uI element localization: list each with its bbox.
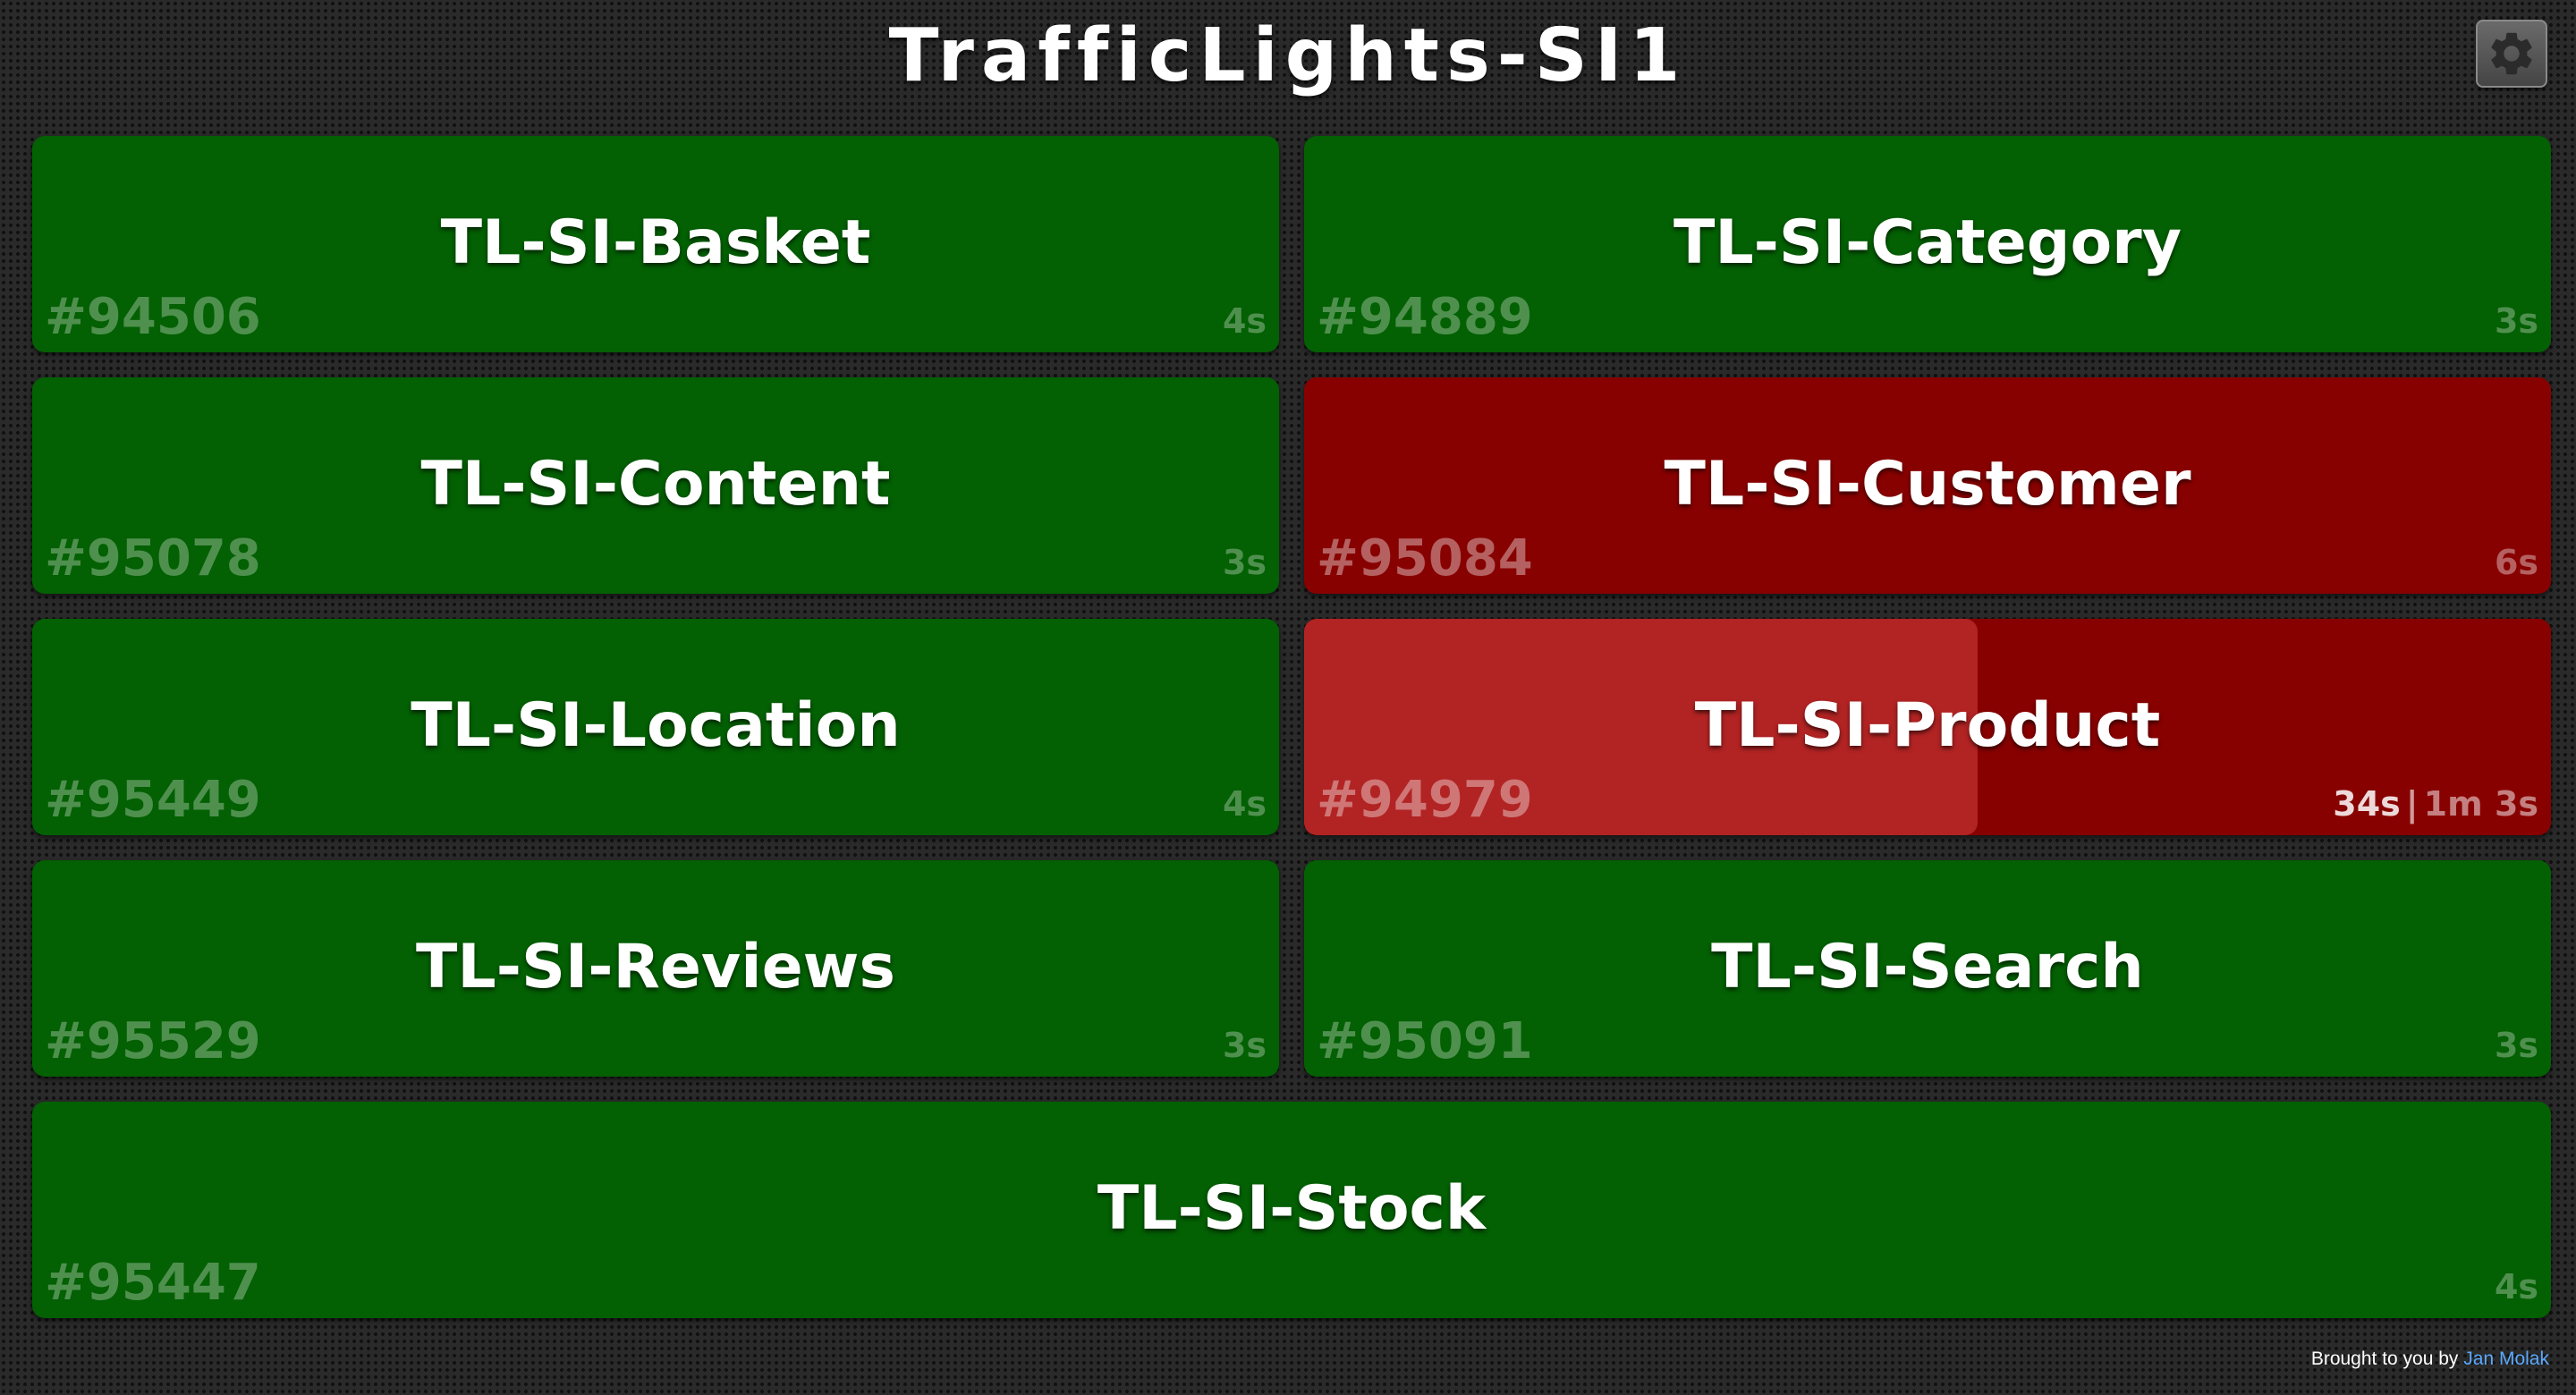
- job-name: TL-SI-Stock: [1097, 1173, 1487, 1244]
- build-duration: 3s: [2494, 1026, 2538, 1065]
- build-number: #94506: [45, 288, 261, 346]
- gear-icon: [2491, 32, 2532, 75]
- job-tile-basket[interactable]: TL-SI-Basket #94506 4s: [32, 136, 1279, 352]
- duration-separator: |: [2405, 784, 2419, 824]
- build-number: #95084: [1317, 529, 1533, 588]
- elapsed-time: 34s: [2333, 784, 2401, 824]
- build-number: #95529: [45, 1012, 261, 1070]
- author-link[interactable]: Jan Molak: [2463, 1348, 2549, 1369]
- build-number: #94979: [1317, 771, 1533, 829]
- build-number: #95091: [1317, 1012, 1533, 1070]
- build-duration: 4s: [1222, 301, 1267, 341]
- estimated-time: 1m 3s: [2423, 784, 2538, 824]
- job-name: TL-SI-Basket: [440, 207, 871, 278]
- job-tile-product[interactable]: TL-SI-Product #94979 34s | 1m 3s: [1304, 619, 2551, 835]
- build-duration: 3s: [2494, 301, 2538, 341]
- build-duration: 3s: [1222, 1026, 1267, 1065]
- job-name: TL-SI-Location: [411, 690, 901, 761]
- job-tile-location[interactable]: TL-SI-Location #95449 4s: [32, 619, 1279, 835]
- build-number: #94889: [1317, 288, 1533, 346]
- job-name: TL-SI-Reviews: [416, 932, 895, 1002]
- job-name: TL-SI-Search: [1711, 932, 2144, 1002]
- job-tile-reviews[interactable]: TL-SI-Reviews #95529 3s: [32, 860, 1279, 1077]
- job-name: TL-SI-Customer: [1664, 449, 2191, 520]
- build-number: #95449: [45, 771, 261, 829]
- job-name: TL-SI-Content: [420, 449, 891, 520]
- footer-text: Brought to you by: [2310, 1348, 2459, 1369]
- job-tile-category[interactable]: TL-SI-Category #94889 3s: [1304, 136, 2551, 352]
- footer-credit: Brought to you by Jan Molak: [2311, 1348, 2549, 1370]
- build-duration: 6s: [2494, 543, 2538, 582]
- build-number: #95447: [45, 1254, 261, 1312]
- job-tile-content[interactable]: TL-SI-Content #95078 3s: [32, 377, 1279, 594]
- job-tile-stock[interactable]: TL-SI-Stock #95447 4s: [32, 1102, 2551, 1318]
- settings-button[interactable]: [2476, 20, 2547, 88]
- job-name: TL-SI-Category: [1673, 207, 2182, 278]
- build-duration: 4s: [2494, 1267, 2538, 1306]
- job-name: TL-SI-Product: [1694, 690, 2161, 761]
- build-duration: 34s | 1m 3s: [2333, 782, 2538, 826]
- page-title: TrafficLights-SI1: [888, 13, 1688, 98]
- job-tile-customer[interactable]: TL-SI-Customer #95084 6s: [1304, 377, 2551, 594]
- job-tile-search[interactable]: TL-SI-Search #95091 3s: [1304, 860, 2551, 1077]
- build-duration: 3s: [1222, 543, 1267, 582]
- build-duration: 4s: [1222, 784, 1267, 824]
- build-number: #95078: [45, 529, 261, 588]
